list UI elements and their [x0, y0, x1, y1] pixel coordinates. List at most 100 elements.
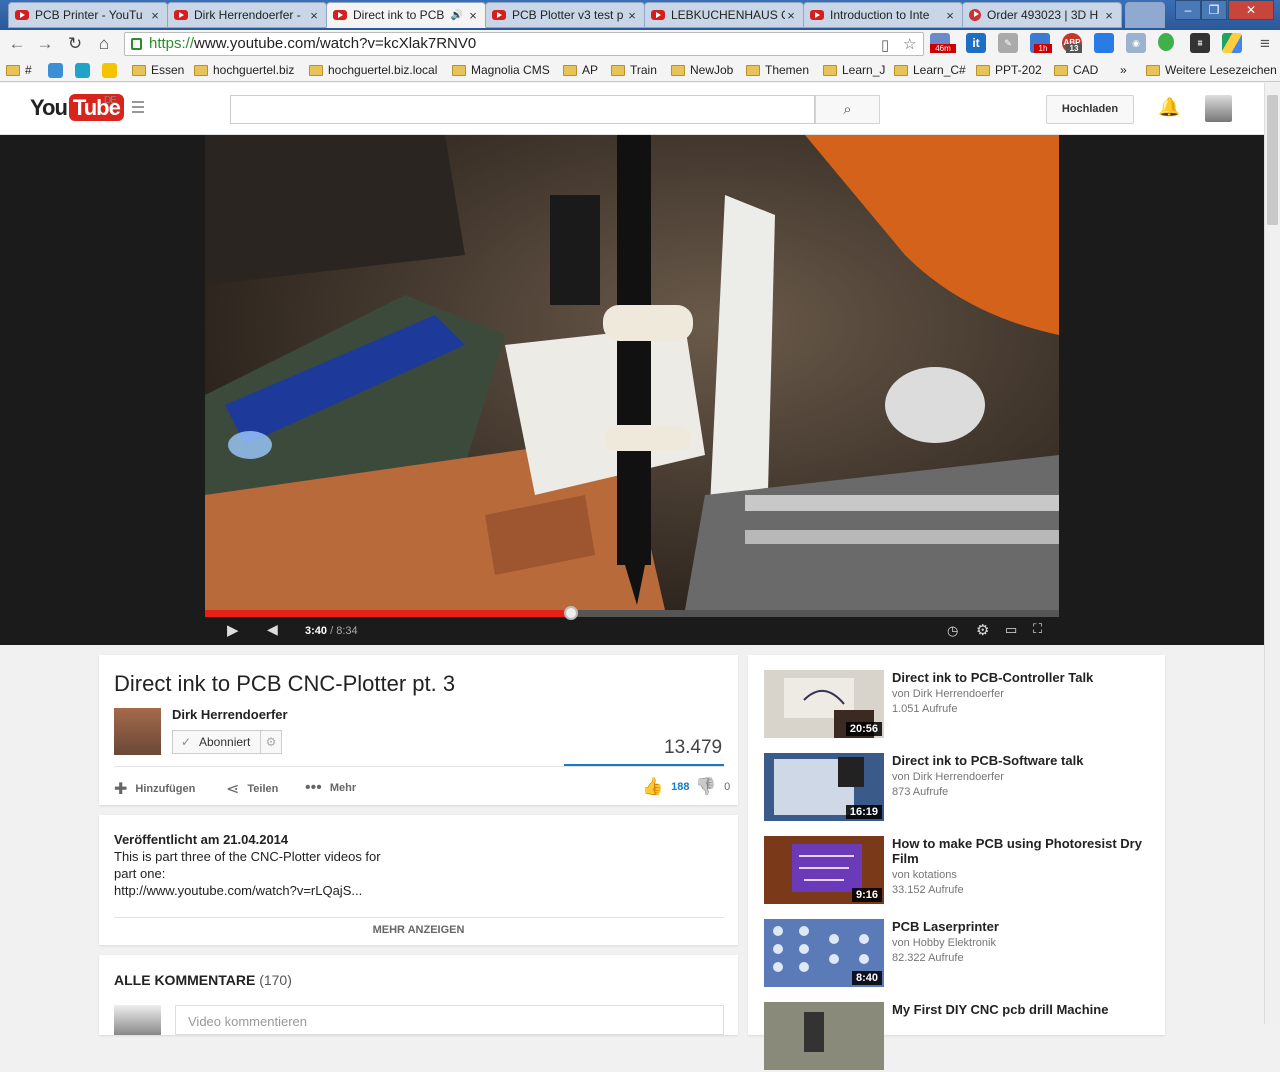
subscription-settings-icon[interactable]: ⚙ — [260, 730, 282, 754]
bookmark-star-icon[interactable]: ☆ — [903, 34, 916, 56]
google-drive-icon[interactable] — [1222, 33, 1242, 53]
close-tab-icon[interactable]: × — [626, 8, 638, 23]
extension-window-icon[interactable] — [1094, 33, 1114, 53]
bookmark-learn-j[interactable]: Learn_J — [823, 61, 885, 79]
bookmark-icon-a[interactable] — [48, 61, 67, 79]
more-button[interactable]: ••• Mehr — [305, 779, 356, 797]
bookmark-essen[interactable]: Essen — [132, 61, 184, 79]
video-frame[interactable] — [205, 135, 1059, 610]
maximize-window-icon[interactable]: ❐ — [1201, 0, 1227, 20]
bookmark-magnolia[interactable]: Magnolia CMS — [452, 61, 550, 79]
comment-input[interactable]: Video kommentieren — [175, 1005, 724, 1035]
extension-tower-icon[interactable]: ⩩ — [1190, 33, 1210, 53]
scrollbar-thumb[interactable] — [1267, 95, 1278, 225]
forward-icon[interactable]: → — [34, 34, 56, 54]
extension-calendar-icon[interactable]: 1h — [1030, 33, 1052, 53]
share-button[interactable]: ⋖ Teilen — [226, 779, 278, 799]
subscribed-button[interactable]: Abonniert — [172, 730, 262, 754]
search-input[interactable] — [230, 95, 815, 124]
tab-order-3dh[interactable]: Order 493023 | 3D H × — [962, 2, 1122, 28]
minimize-window-icon[interactable]: – — [1175, 0, 1201, 20]
tab-introduction[interactable]: Introduction to Inte × — [803, 2, 963, 28]
extension-it-icon[interactable]: it — [966, 33, 986, 53]
related-thumbnail[interactable]: 9:16 — [764, 836, 884, 904]
related-title[interactable]: Direct ink to PCB-Software talk — [892, 753, 1154, 768]
related-thumbnail[interactable]: 8:40 — [764, 919, 884, 987]
new-tab-button[interactable] — [1125, 2, 1165, 28]
close-window-icon[interactable]: ✕ — [1228, 0, 1274, 20]
bookmark-train[interactable]: Train — [611, 61, 657, 79]
bookmark-ap[interactable]: AP — [563, 61, 598, 79]
bookmark-cad[interactable]: CAD — [1054, 61, 1098, 79]
chrome-menu-icon[interactable]: ≡ — [1254, 34, 1276, 54]
related-video-item[interactable]: 20:56 Direct ink to PCB-Controller Talk … — [764, 670, 1154, 740]
upload-button[interactable]: Hochladen — [1046, 95, 1134, 124]
related-video-item[interactable]: 8:40 PCB Laserprinter von Hobby Elektron… — [764, 919, 1154, 989]
dislike-button[interactable]: 👎 0 — [695, 777, 730, 797]
volume-icon[interactable]: ◀ — [267, 621, 278, 638]
theater-mode-icon[interactable]: ▭ — [1005, 622, 1017, 638]
related-thumbnail[interactable]: 20:56 — [764, 670, 884, 738]
related-title[interactable]: My First DIY CNC pcb drill Machine — [892, 1002, 1154, 1017]
bookmark-learn-c[interactable]: Learn_C# — [894, 61, 966, 79]
reader-icon[interactable]: ▯ — [881, 35, 889, 57]
close-tab-icon[interactable]: × — [308, 8, 320, 23]
close-tab-icon[interactable]: × — [467, 8, 479, 23]
home-icon[interactable]: ⌂ — [93, 34, 115, 54]
tab-pcb-plotter-v3[interactable]: PCB Plotter v3 test p × — [485, 2, 645, 28]
guide-menu-icon[interactable] — [132, 101, 150, 115]
bookmark-hash[interactable]: # — [6, 61, 32, 79]
back-icon[interactable]: ← — [6, 34, 28, 54]
user-avatar[interactable] — [1205, 95, 1232, 122]
bookmark-icon-b[interactable] — [75, 61, 94, 79]
related-thumbnail[interactable]: 16:19 — [764, 753, 884, 821]
camera-icon[interactable]: ◉ — [1126, 33, 1146, 53]
tab-lebkuchenhaus[interactable]: LEBKUCHENHAUS C × — [644, 2, 804, 28]
channel-name[interactable]: Dirk Herrendoerfer — [172, 707, 288, 722]
progress-bar[interactable] — [205, 606, 1059, 620]
tab-direct-ink-active[interactable]: Direct ink to PCB 🔊 × — [326, 2, 486, 28]
add-to-button[interactable]: ✚ Hinzufügen — [114, 779, 195, 799]
close-tab-icon[interactable]: × — [149, 8, 161, 23]
progress-scrubber[interactable] — [563, 606, 578, 620]
close-tab-icon[interactable]: × — [785, 8, 797, 23]
related-thumbnail[interactable] — [764, 1002, 884, 1070]
extension-timer-icon[interactable]: 46m — [930, 33, 956, 53]
watch-later-icon[interactable]: ◷ — [947, 623, 958, 639]
settings-gear-icon[interactable]: ⚙ — [976, 621, 989, 639]
bookmark-hochguertel[interactable]: hochguertel.biz — [194, 61, 294, 79]
related-title[interactable]: Direct ink to PCB-Controller Talk — [892, 670, 1154, 685]
fullscreen-icon[interactable]: ⛶ — [1033, 621, 1042, 637]
page-scrollbar[interactable] — [1264, 83, 1280, 1024]
bookmark-themen[interactable]: Themen — [746, 61, 809, 79]
bookmark-newjob[interactable]: NewJob — [671, 61, 733, 79]
youtube-logo[interactable]: You Tube DE — [30, 94, 124, 121]
bookmark-icon-c[interactable] — [102, 61, 121, 79]
related-video-item[interactable]: 16:19 Direct ink to PCB-Software talk vo… — [764, 753, 1154, 823]
related-video-item[interactable]: My First DIY CNC pcb drill Machine — [764, 1002, 1154, 1072]
adblock-plus-icon[interactable]: ABP 13 — [1062, 33, 1082, 53]
channel-avatar[interactable] — [114, 708, 161, 755]
like-button[interactable]: 👍 188 — [642, 777, 690, 797]
bookmark-hochguertel-local[interactable]: hochguertel.biz.local — [309, 61, 437, 79]
close-tab-icon[interactable]: × — [1103, 8, 1115, 23]
tab-pcb-printer[interactable]: PCB Printer - YouTu × — [8, 2, 168, 28]
play-icon[interactable]: ▶ — [227, 621, 239, 639]
extension-feather-icon[interactable]: ✎ — [998, 33, 1018, 53]
bookmark-ppt[interactable]: PPT-202 — [976, 61, 1042, 79]
show-more-button[interactable]: MEHR ANZEIGEN — [99, 924, 738, 936]
evernote-icon[interactable] — [1158, 33, 1174, 51]
description-link[interactable]: http://www.youtube.com/watch?v=rLQajS... — [114, 883, 362, 898]
notifications-bell-icon[interactable]: 🔔 — [1158, 97, 1180, 119]
related-title[interactable]: How to make PCB using Photoresist Dry Fi… — [892, 836, 1154, 866]
tab-dirk-herrendoerfer[interactable]: Dirk Herrendoerfer - × — [167, 2, 327, 28]
close-tab-icon[interactable]: × — [944, 8, 956, 23]
search-button[interactable]: ⌕ — [815, 95, 880, 124]
description-line: part one: — [114, 866, 166, 881]
bookmark-other[interactable]: Weitere Lesezeichen — [1146, 61, 1277, 79]
reload-icon[interactable]: ↻ — [64, 34, 86, 54]
related-title[interactable]: PCB Laserprinter — [892, 919, 1154, 934]
address-bar[interactable]: https://www.youtube.com/watch?v=kcXlak7R… — [124, 32, 924, 56]
related-video-item[interactable]: 9:16 How to make PCB using Photoresist D… — [764, 836, 1154, 906]
bookmarks-overflow-button[interactable]: » — [1120, 61, 1127, 79]
